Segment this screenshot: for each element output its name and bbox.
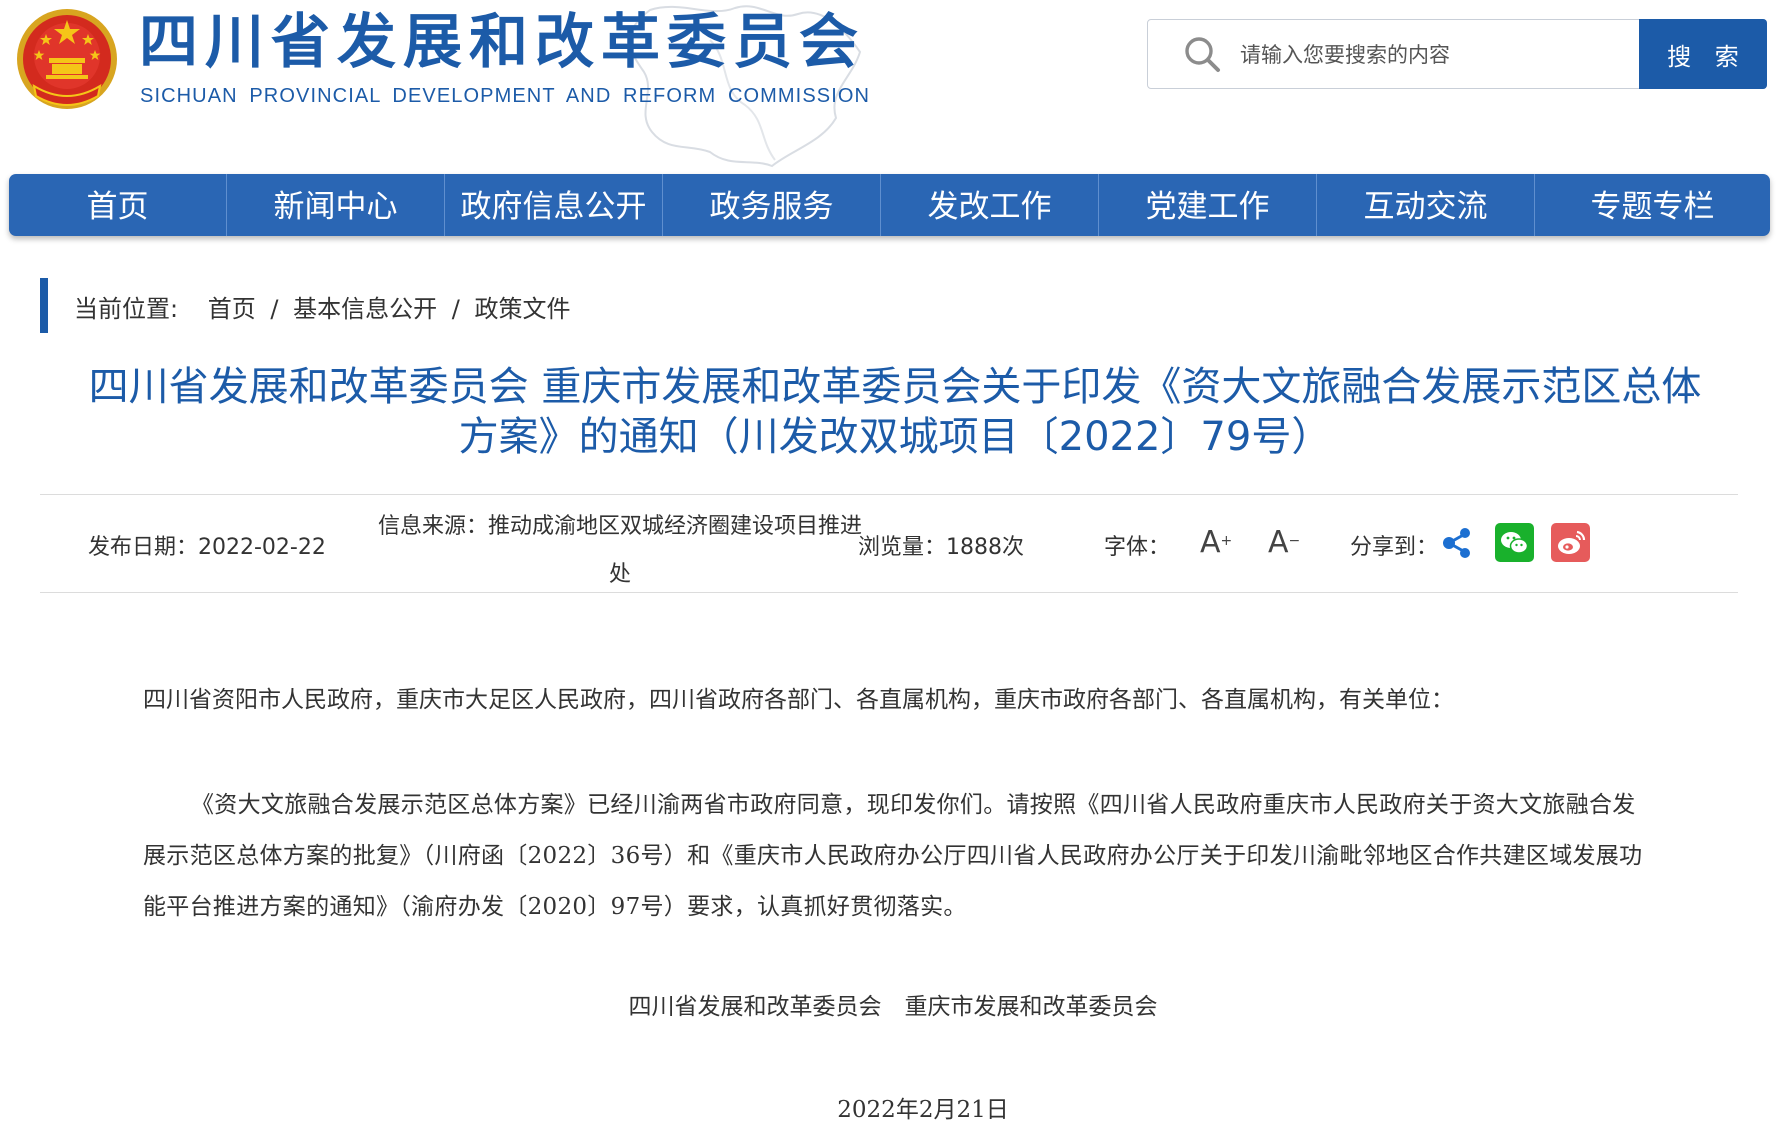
share-icon[interactable]: [1440, 523, 1474, 563]
nav-item-gov-info[interactable]: 政府信息公开: [445, 174, 663, 236]
article-signature: 四川省发展和改革委员会 重庆市发展和改革委员会: [628, 994, 1158, 1020]
search-button[interactable]: 搜 索: [1639, 19, 1767, 89]
publish-date: 发布日期：2022-02-22: [88, 535, 326, 560]
view-count: 浏览量：1888次: [858, 535, 1024, 560]
info-source: 信息来源：推动成渝地区双城经济圈建设项目推进处: [377, 514, 862, 587]
share-label: 分享到：: [1350, 535, 1439, 560]
national-emblem-icon: [17, 9, 117, 109]
article-meta-bar: 发布日期：2022-02-22 信息来源：推动成渝地区双城经济圈建设项目推进处 …: [40, 494, 1738, 593]
weibo-icon[interactable]: [1551, 523, 1590, 562]
breadcrumb-item-policy-docs[interactable]: 政策文件: [474, 295, 570, 323]
article-body-paragraph: 《资大文旅融合发展示范区总体方案》已经川渝两省市政府同意，现印发你们。请按照《四…: [143, 792, 1643, 920]
font-decrease-glyph: A: [1268, 525, 1289, 560]
search-icon: [1185, 37, 1220, 72]
nav-item-news-center[interactable]: 新闻中心: [227, 174, 445, 236]
nav-item-reform-work[interactable]: 发改工作: [881, 174, 1099, 236]
nav-item-interaction[interactable]: 互动交流: [1317, 174, 1535, 236]
article-salutation: 四川省资阳市人民政府，重庆市大足区人民政府，四川省政府各部门、各直属机构，重庆市…: [143, 687, 1454, 713]
search-box: 搜 索: [1147, 19, 1767, 89]
plus-icon: +: [1220, 533, 1233, 549]
font-size-label: 字体：: [1104, 535, 1171, 560]
site-title: 四川省发展和改革委员会: [139, 7, 866, 76]
breadcrumb-label: 当前位置:: [74, 295, 179, 323]
nav-item-party-building[interactable]: 党建工作: [1099, 174, 1317, 236]
breadcrumb-item-basic-info[interactable]: 基本信息公开: [293, 295, 437, 323]
font-increase-glyph: A: [1200, 525, 1221, 560]
nav-item-gov-services[interactable]: 政务服务: [663, 174, 881, 236]
main-nav: 首页 新闻中心 政府信息公开 政务服务 发改工作 党建工作 互动交流 专题专栏: [9, 174, 1770, 236]
article-title: 四川省发展和改革委员会 重庆市发展和改革委员会关于印发《资大文旅融合发展示范区总…: [88, 364, 1702, 460]
site-subtitle: SICHUAN PROVINCIAL DEVELOPMENT AND REFOR…: [140, 85, 871, 107]
article-sign-date: 2022年2月21日: [837, 1097, 1009, 1123]
font-decrease-button[interactable]: A−: [1268, 523, 1308, 563]
breadcrumb-separator: /: [451, 295, 460, 323]
breadcrumb-item-home[interactable]: 首页: [208, 295, 256, 323]
breadcrumb: 当前位置: 首页 / 基本信息公开 / 政策文件: [40, 278, 570, 333]
wechat-icon[interactable]: [1495, 523, 1534, 562]
font-increase-button[interactable]: A+: [1200, 523, 1240, 563]
nav-item-special-topics[interactable]: 专题专栏: [1535, 174, 1770, 236]
nav-item-home[interactable]: 首页: [9, 174, 227, 236]
minus-icon: −: [1288, 533, 1301, 549]
site-header: 四川省发展和改革委员会 SICHUAN PROVINCIAL DEVELOPME…: [0, 0, 1790, 168]
search-input[interactable]: [1238, 30, 1632, 80]
breadcrumb-separator: /: [270, 295, 279, 323]
